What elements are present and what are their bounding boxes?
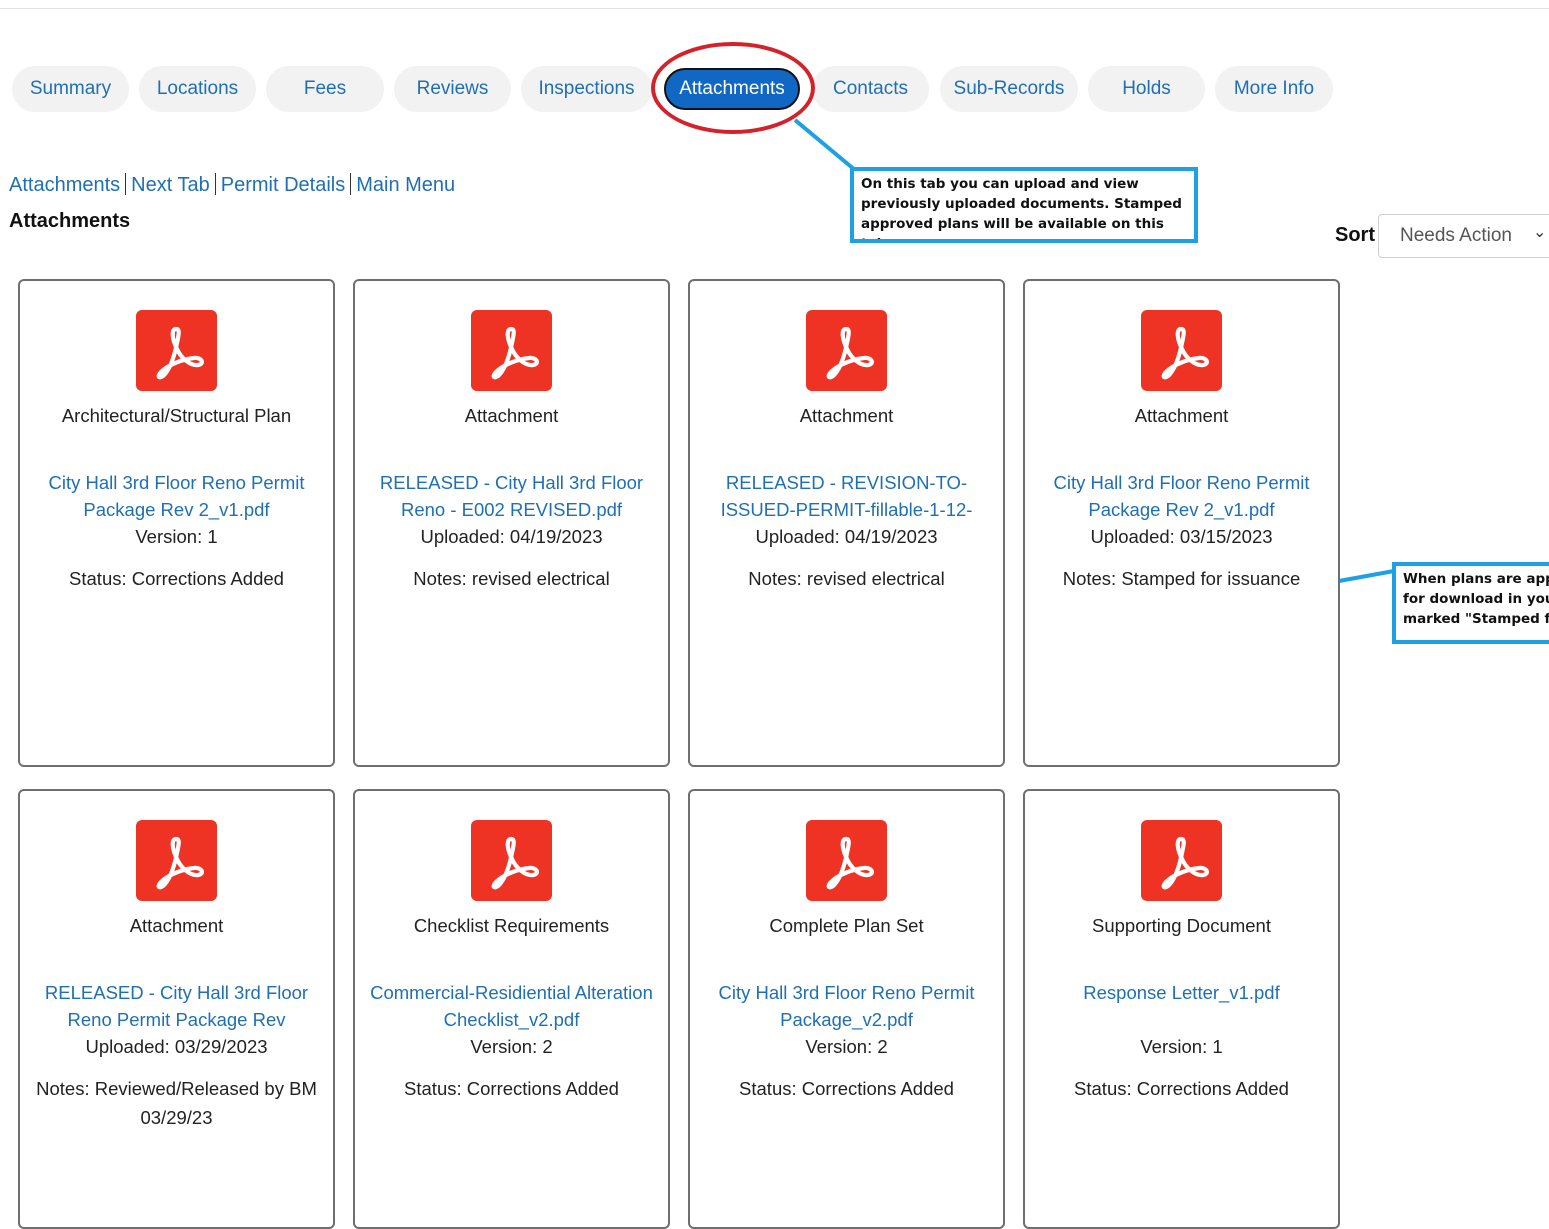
breadcrumb-separator — [125, 173, 127, 195]
card-notes: Notes: revised electrical — [413, 568, 610, 589]
card-file-link[interactable]: City Hall 3rd Floor Reno Permit Package … — [1037, 469, 1327, 523]
card-status: Status: Corrections Added — [404, 1078, 619, 1099]
card-type: Attachment — [799, 405, 894, 426]
attachment-card[interactable]: Attachment RELEASED - REVISION-TO-ISSUED… — [688, 279, 1005, 767]
breadcrumb-main-menu[interactable]: Main Menu — [356, 174, 455, 196]
card-file-link[interactable]: Commercial-Residiential Alteration Check… — [367, 979, 657, 1033]
attachment-card[interactable]: Attachment City Hall 3rd Floor Reno Perm… — [1023, 279, 1340, 767]
callout-plans-line: When plans are app — [1403, 571, 1549, 587]
pdf-icon — [1141, 310, 1222, 391]
card-notes: Notes: Reviewed/Released by BM 03/29/23 — [36, 1078, 317, 1128]
card-type: Supporting Document — [1092, 915, 1271, 936]
card-file-link[interactable]: RELEASED - REVISION-TO-ISSUED-PERMIT-fil… — [702, 469, 992, 523]
pdf-icon — [806, 820, 887, 901]
breadcrumb-attachments[interactable]: Attachments — [9, 174, 120, 196]
pdf-icon — [136, 820, 217, 901]
card-status: Status: Corrections Added — [739, 1078, 954, 1099]
callout-line-tab — [793, 118, 857, 172]
card-notes: Notes: revised electrical — [748, 568, 945, 589]
card-type: Checklist Requirements — [413, 915, 610, 936]
pdf-icon — [471, 820, 552, 901]
attachment-card[interactable]: Architectural/Structural Plan City Hall … — [18, 279, 335, 767]
card-status: Status: Corrections Added — [69, 568, 284, 589]
pdf-icon — [136, 310, 217, 391]
card-type: Attachment — [1134, 405, 1229, 426]
breadcrumb-next-tab[interactable]: Next Tab — [131, 174, 210, 196]
breadcrumb-separator — [350, 173, 352, 195]
card-meta: Uploaded: 03/29/2023 — [85, 1036, 268, 1057]
attachment-card[interactable]: Attachment RELEASED - City Hall 3rd Floo… — [353, 279, 670, 767]
attachment-card[interactable]: Attachment RELEASED - City Hall 3rd Floo… — [18, 789, 335, 1229]
callout-plans-note: When plans are app for download in you m… — [1392, 562, 1549, 644]
sort-label: Sort — [1335, 224, 1375, 246]
attachment-card[interactable]: Checklist Requirements Commercial-Residi… — [353, 789, 670, 1229]
card-meta: Uploaded: 04/19/2023 — [420, 526, 603, 547]
card-status: Status: Corrections Added — [1074, 1078, 1289, 1099]
card-meta: Uploaded: 03/15/2023 — [1090, 526, 1273, 547]
card-meta: Version: 2 — [805, 1036, 888, 1057]
callout-plans-line: for download in you — [1403, 591, 1549, 607]
attachment-card[interactable]: Complete Plan Set City Hall 3rd Floor Re… — [688, 789, 1005, 1229]
card-file-link[interactable]: City Hall 3rd Floor Reno Permit Package … — [32, 469, 322, 523]
card-file-link[interactable]: Response Letter_v1.pdf — [1037, 979, 1327, 1006]
card-type: Attachment — [129, 915, 224, 936]
card-file-link[interactable]: City Hall 3rd Floor Reno Permit Package_… — [702, 979, 992, 1033]
chevron-down-icon[interactable]: ⌄ — [1533, 222, 1546, 242]
section-title: Attachments — [9, 210, 131, 232]
pdf-icon — [806, 310, 887, 391]
card-type: Attachment — [464, 405, 559, 426]
breadcrumb-separator — [214, 173, 216, 195]
breadcrumb-permit-details[interactable]: Permit Details — [221, 174, 345, 196]
card-meta: Uploaded: 04/19/2023 — [755, 526, 938, 547]
card-file-link[interactable]: RELEASED - City Hall 3rd Floor Reno Perm… — [32, 979, 322, 1033]
card-file-link[interactable]: RELEASED - City Hall 3rd Floor Reno - E0… — [367, 469, 657, 523]
card-meta: Version: 1 — [1140, 1036, 1223, 1057]
pdf-icon — [1141, 820, 1222, 901]
card-meta: Version: 1 — [135, 526, 218, 547]
callout-plans-line: marked "Stamped fo — [1403, 611, 1549, 627]
callout-tab-note: On this tab you can upload and view prev… — [850, 167, 1198, 243]
attachment-card[interactable]: Supporting Document Response Letter_v1.p… — [1023, 789, 1340, 1229]
breadcrumb: Attachments Next Tab Permit Details Main Me… — [9, 173, 455, 197]
sort-select[interactable]: Needs Action — [1378, 214, 1549, 258]
card-meta: Version: 2 — [470, 1036, 553, 1057]
card-notes: Notes: Stamped for issuance — [1062, 568, 1301, 589]
pdf-icon — [471, 310, 552, 391]
card-type: Architectural/Structural Plan — [61, 405, 292, 426]
card-type: Complete Plan Set — [769, 915, 924, 936]
